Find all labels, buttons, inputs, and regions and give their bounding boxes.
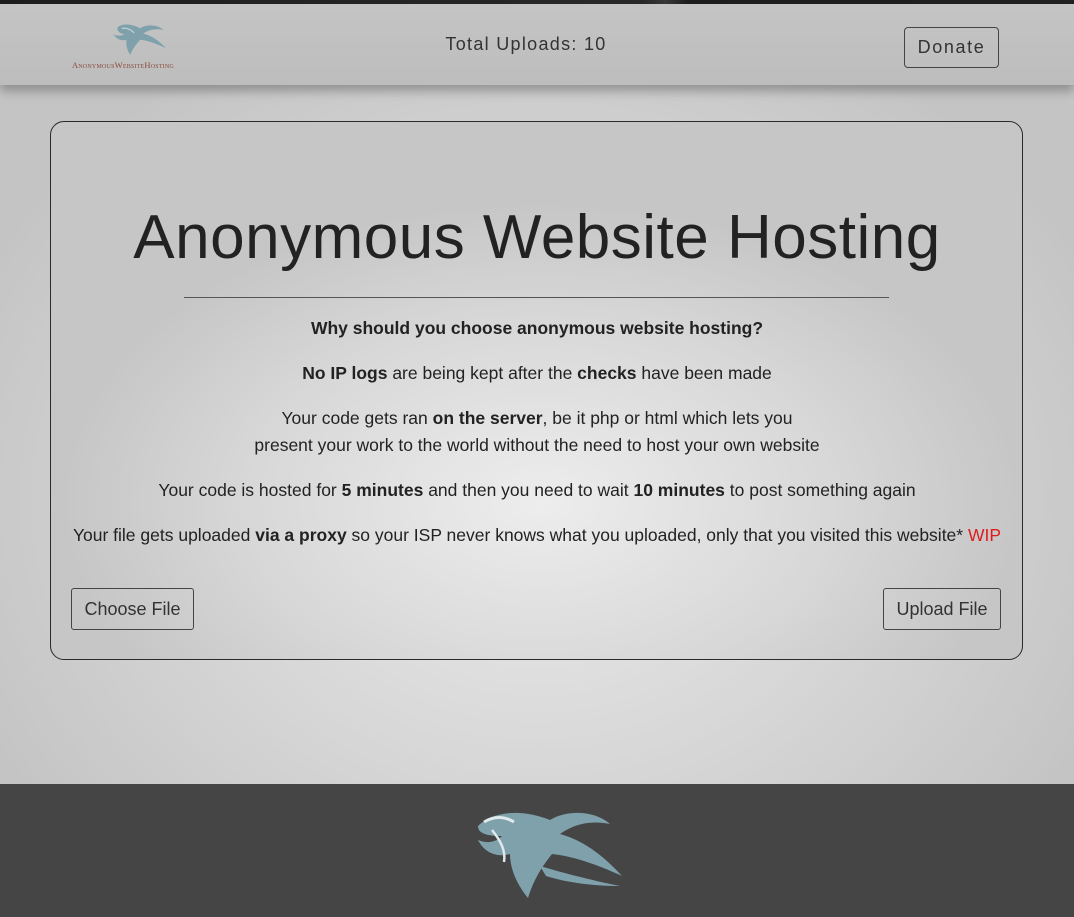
feature-no-ip-logs: No IP logs are being kept after the chec… <box>302 363 772 383</box>
page-title: Anonymous Website Hosting <box>133 203 941 272</box>
title-divider <box>184 297 889 298</box>
choose-file-button[interactable]: Choose File <box>71 588 194 630</box>
feature-server-side: Your code gets ran on the server, be it … <box>254 408 820 455</box>
feature-time-limits: Your code is hosted for 5 minutes and th… <box>158 480 916 500</box>
total-uploads-counter: Total Uploads: 10 <box>445 34 607 54</box>
footer-swallow-icon <box>478 812 622 898</box>
site-logo[interactable]: AnonymousWebsiteHosting <box>72 20 207 76</box>
wip-badge: WIP <box>967 525 1002 545</box>
feature-proxy-upload: Your file gets uploaded via a proxy so y… <box>72 525 1002 545</box>
swallow-bird-icon <box>113 24 166 55</box>
intro-question: Why should you choose anonymous website … <box>310 318 764 338</box>
logo-wordmark: AnonymousWebsiteHosting <box>72 60 174 70</box>
site-footer <box>0 784 1074 917</box>
site-header: AnonymousWebsiteHosting Total Uploads: 1… <box>0 4 1074 85</box>
donate-button[interactable]: Donate <box>904 27 999 68</box>
upload-file-button[interactable]: Upload File <box>883 588 1001 630</box>
